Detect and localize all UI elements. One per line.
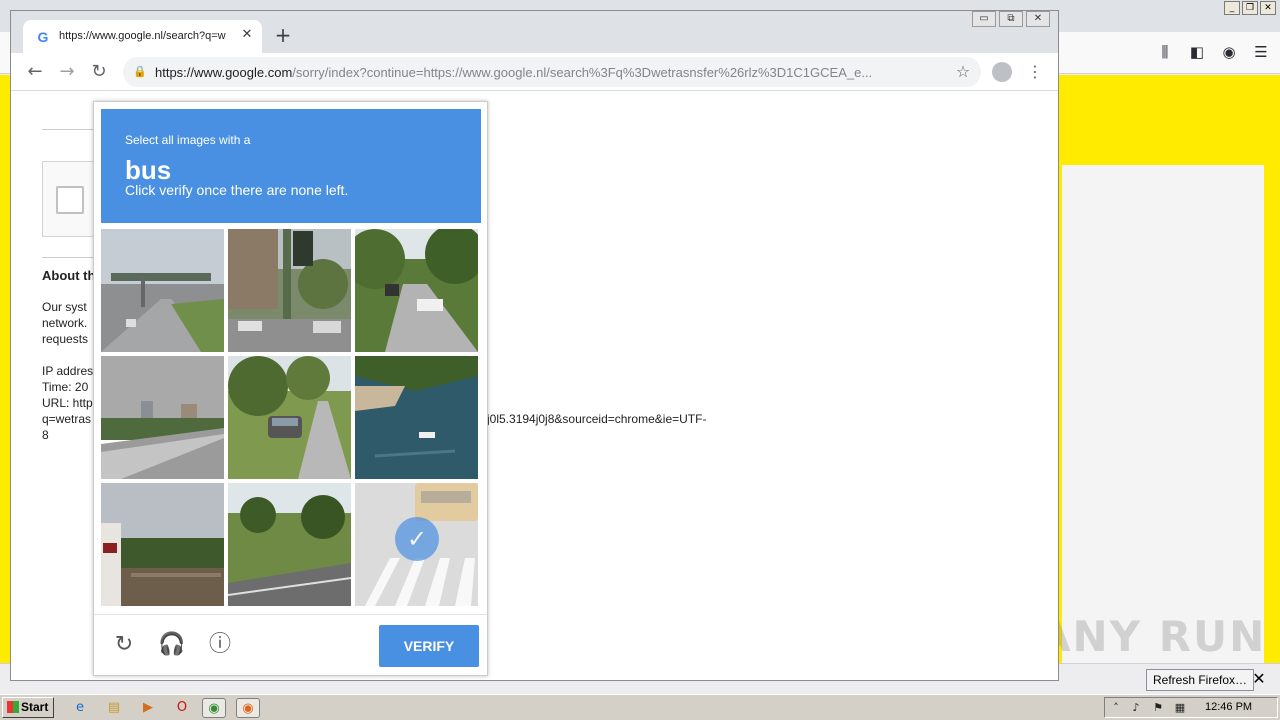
challenge-tile[interactable] bbox=[228, 483, 351, 606]
challenge-footer: ↻ 🎧 ⓘ VERIFY bbox=[94, 614, 487, 676]
firefox-minimize-button[interactable]: _ bbox=[1224, 1, 1240, 15]
traffic-light-parking-image bbox=[228, 229, 351, 352]
system-tray: ˄ ♪ ⚑ ▦ 12:46 PM bbox=[1104, 697, 1278, 718]
library-icon[interactable]: ⫼ bbox=[1156, 42, 1174, 62]
notification-close-icon[interactable]: ✕ bbox=[1250, 669, 1268, 689]
sidebar-icon[interactable]: ◧ bbox=[1188, 42, 1206, 62]
chrome-menu-icon[interactable]: ⋮ bbox=[1025, 61, 1045, 83]
suburban-car-grass-image bbox=[228, 356, 351, 479]
challenge-tile[interactable] bbox=[355, 229, 478, 352]
chrome-icon[interactable]: ◉ bbox=[202, 698, 226, 718]
challenge-tile[interactable] bbox=[355, 356, 478, 479]
new-tab-icon[interactable]: + bbox=[273, 25, 293, 45]
firefox-toolbar-icons: ⫼ ◧ ◉ ☰ bbox=[1156, 42, 1270, 62]
internet-explorer-icon[interactable]: e bbox=[68, 698, 92, 718]
clock: 12:46 PM bbox=[1205, 701, 1253, 713]
firefox-restore-button[interactable]: ❐ bbox=[1242, 1, 1258, 15]
billboard-trees-image bbox=[101, 483, 224, 606]
info-icon[interactable]: ⓘ bbox=[206, 631, 234, 659]
address-bar[interactable]: 🔒 https://www.google.com/sorry/index?con… bbox=[123, 57, 981, 87]
challenge-tile[interactable] bbox=[228, 356, 351, 479]
tree-road-cars-image bbox=[355, 229, 478, 352]
challenge-tile[interactable] bbox=[228, 229, 351, 352]
chrome-close-button[interactable]: ✕ bbox=[1026, 11, 1050, 27]
google-favicon-icon: G bbox=[37, 29, 49, 45]
highway-sign-image bbox=[101, 229, 224, 352]
desktop: _ ❐ ✕ ⫼ ◧ ◉ ☰ ANY RUN Refresh Firefox… ✕… bbox=[0, 0, 1280, 720]
page-url-tail: j0l5.3194j0j8&sourceid=chrome&ie=UTF- bbox=[487, 412, 707, 426]
firefox-icon[interactable]: ◉ bbox=[236, 698, 260, 718]
audio-challenge-icon[interactable]: 🎧 bbox=[158, 631, 186, 659]
start-button[interactable]: Start bbox=[2, 697, 54, 718]
account-icon[interactable]: ◉ bbox=[1220, 42, 1238, 62]
tab-title: https://www.google.nl/search?q=w bbox=[59, 30, 226, 42]
verify-button[interactable]: VERIFY bbox=[379, 625, 479, 667]
tray-expand-icon[interactable]: ˄ bbox=[1109, 700, 1123, 716]
chrome-tabstrip: G https://www.google.nl/search?q=w ✕ + ▭… bbox=[11, 11, 1058, 53]
instruction-prefix: Select all images with a bbox=[125, 133, 251, 147]
tab-close-icon[interactable]: ✕ bbox=[239, 27, 255, 43]
back-arrow-icon[interactable]: ← bbox=[23, 60, 47, 84]
challenge-tile[interactable] bbox=[101, 483, 224, 606]
start-label: Start bbox=[21, 700, 49, 714]
reload-challenge-icon[interactable]: ↻ bbox=[110, 631, 138, 659]
anyrun-watermark: ANY RUN bbox=[1038, 612, 1267, 661]
hamburger-menu-icon[interactable]: ☰ bbox=[1252, 42, 1270, 62]
folder-icon[interactable]: ▤ bbox=[102, 698, 126, 718]
profile-avatar-icon[interactable] bbox=[992, 62, 1012, 82]
bookmark-star-icon[interactable]: ☆ bbox=[953, 62, 973, 82]
url-path: /sorry/index?continue=https://www.google… bbox=[292, 65, 873, 80]
taskbar: Start e ▤ ▶ O ◉ ◉ ˄ ♪ ⚑ ▦ 12:46 PM bbox=[0, 694, 1280, 720]
url-text[interactable]: https://www.google.com/sorry/index?conti… bbox=[155, 65, 943, 80]
challenge-tile-selected[interactable]: ✓ bbox=[355, 483, 478, 606]
reload-icon[interactable]: ↻ bbox=[87, 60, 111, 84]
refresh-firefox-button[interactable]: Refresh Firefox… bbox=[1146, 669, 1255, 691]
chrome-minimize-button[interactable]: ▭ bbox=[972, 11, 996, 27]
forward-arrow-icon[interactable]: → bbox=[55, 60, 79, 84]
challenge-header: Select all images with a bus Click verif… bbox=[101, 109, 481, 223]
chrome-restore-button[interactable]: ⧉ bbox=[999, 11, 1023, 27]
windows-logo-icon bbox=[7, 701, 19, 713]
instruction-suffix: Click verify once there are none left. bbox=[125, 182, 349, 198]
challenge-image-grid: ✓ bbox=[101, 229, 481, 609]
opera-icon[interactable]: O bbox=[170, 698, 194, 718]
challenge-tile[interactable] bbox=[101, 356, 224, 479]
road-trees-image bbox=[228, 483, 351, 606]
chrome-window-controls: ▭ ⧉ ✕ bbox=[972, 11, 1050, 27]
challenge-tile[interactable] bbox=[101, 229, 224, 352]
firefox-close-button[interactable]: ✕ bbox=[1260, 1, 1276, 15]
url-host: https://www.google.com bbox=[155, 65, 293, 80]
firefox-window-controls: _ ❐ ✕ bbox=[1224, 1, 1276, 15]
recaptcha-checkbox[interactable] bbox=[56, 186, 84, 214]
river-boat-image bbox=[355, 356, 478, 479]
lock-icon: 🔒 bbox=[133, 66, 147, 78]
recaptcha-challenge: Select all images with a bus Click verif… bbox=[93, 101, 488, 676]
chrome-toolbar: ← → ↻ 🔒 https://www.google.com/sorry/ind… bbox=[11, 53, 1058, 91]
overpass-buildings-image bbox=[101, 356, 224, 479]
action-center-flag-icon[interactable]: ⚑ bbox=[1151, 700, 1165, 716]
network-icon[interactable]: ▦ bbox=[1173, 700, 1187, 716]
chrome-tab[interactable]: G https://www.google.nl/search?q=w ✕ bbox=[23, 20, 262, 53]
selected-check-icon: ✓ bbox=[395, 517, 439, 561]
media-player-icon[interactable]: ▶ bbox=[136, 698, 160, 718]
volume-icon[interactable]: ♪ bbox=[1129, 700, 1143, 716]
